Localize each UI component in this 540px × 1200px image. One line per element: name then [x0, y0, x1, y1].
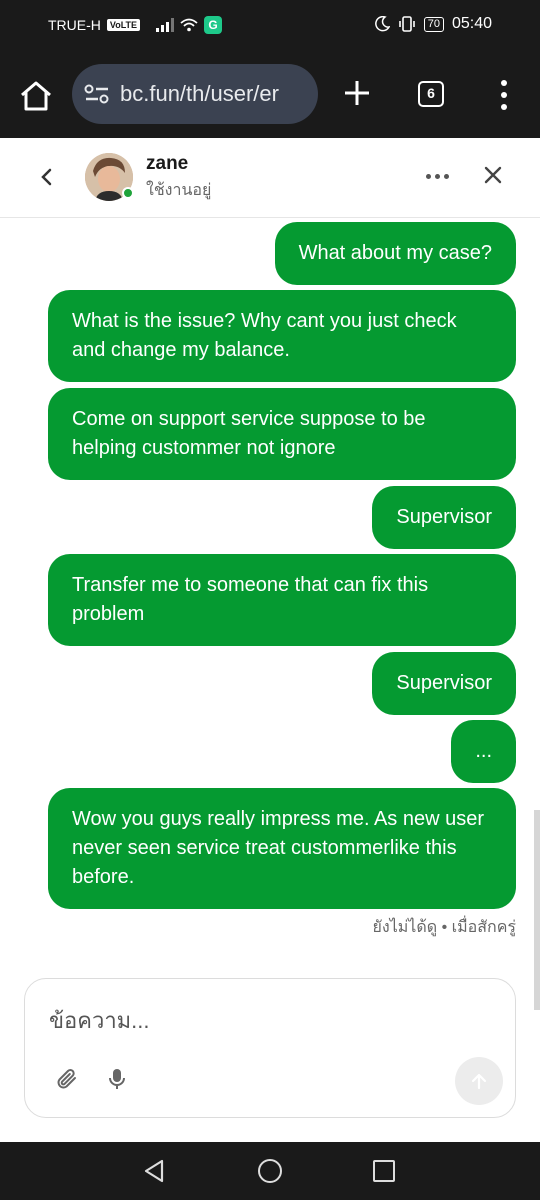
app-notification-icon: G	[204, 16, 223, 34]
paperclip-icon[interactable]	[55, 1067, 79, 1091]
system-navigation-bar	[0, 1142, 540, 1200]
message-bubble: Come on support service suppose to be he…	[48, 388, 516, 480]
browser-menu-icon[interactable]	[494, 80, 514, 110]
message-composer[interactable]: ข้อความ...	[24, 978, 516, 1118]
close-icon[interactable]	[482, 164, 504, 186]
chat-header: zane ใช้งานอยู่	[0, 138, 540, 218]
online-status-dot	[122, 187, 134, 199]
message-bubble: What about my case?	[274, 222, 516, 285]
tab-switcher-button[interactable]: 6	[418, 81, 444, 107]
battery-icon: 70	[423, 16, 444, 32]
message-bubble: Supervisor	[372, 652, 516, 715]
back-chevron-icon[interactable]	[36, 166, 58, 188]
send-button[interactable]	[455, 1057, 503, 1105]
site-settings-icon[interactable]	[84, 83, 110, 105]
moon-icon	[374, 16, 390, 32]
url-text[interactable]: bc.fun/th/user/er	[120, 81, 279, 107]
status-left: TRUE-H VoLTE G	[48, 16, 223, 34]
vibrate-icon	[398, 16, 415, 32]
home-icon[interactable]	[18, 78, 54, 114]
nav-home-icon[interactable]	[258, 1159, 282, 1183]
contact-name: zane	[146, 153, 189, 174]
wifi-icon	[180, 18, 198, 32]
message-bubble: What is the issue? Why cant you just che…	[48, 290, 516, 382]
signal-icon	[156, 18, 175, 32]
browser-toolbar: bc.fun/th/user/er 6	[0, 52, 540, 138]
more-options-icon[interactable]	[426, 174, 449, 179]
microphone-icon[interactable]	[105, 1067, 129, 1091]
message-bubble: Transfer me to someone that can fix this…	[48, 554, 516, 646]
status-right: 70 05:40	[374, 15, 492, 33]
message-input[interactable]: ข้อความ...	[49, 1003, 150, 1038]
nav-back-icon[interactable]	[142, 1158, 168, 1184]
message-bubble: ...	[451, 720, 516, 783]
contact-status: ใช้งานอยู่	[146, 182, 212, 199]
message-bubble: Supervisor	[372, 486, 516, 549]
message-bubble: Wow you guys really impress me. As new u…	[48, 788, 516, 909]
arrow-up-icon	[471, 1073, 487, 1090]
volte-badge: VoLTE	[106, 19, 141, 31]
clock: 05:40	[451, 15, 492, 32]
nav-recents-icon[interactable]	[373, 1160, 395, 1182]
read-status: ยังไม่ได้ดู • เมื่อสักครู่	[372, 919, 516, 936]
address-bar[interactable]: bc.fun/th/user/er	[72, 64, 318, 124]
status-bar: TRUE-H VoLTE G 70 05:40	[0, 0, 540, 52]
carrier-label: TRUE-H	[48, 17, 101, 33]
new-tab-icon[interactable]	[340, 76, 374, 110]
scrollbar[interactable]	[534, 810, 540, 1010]
